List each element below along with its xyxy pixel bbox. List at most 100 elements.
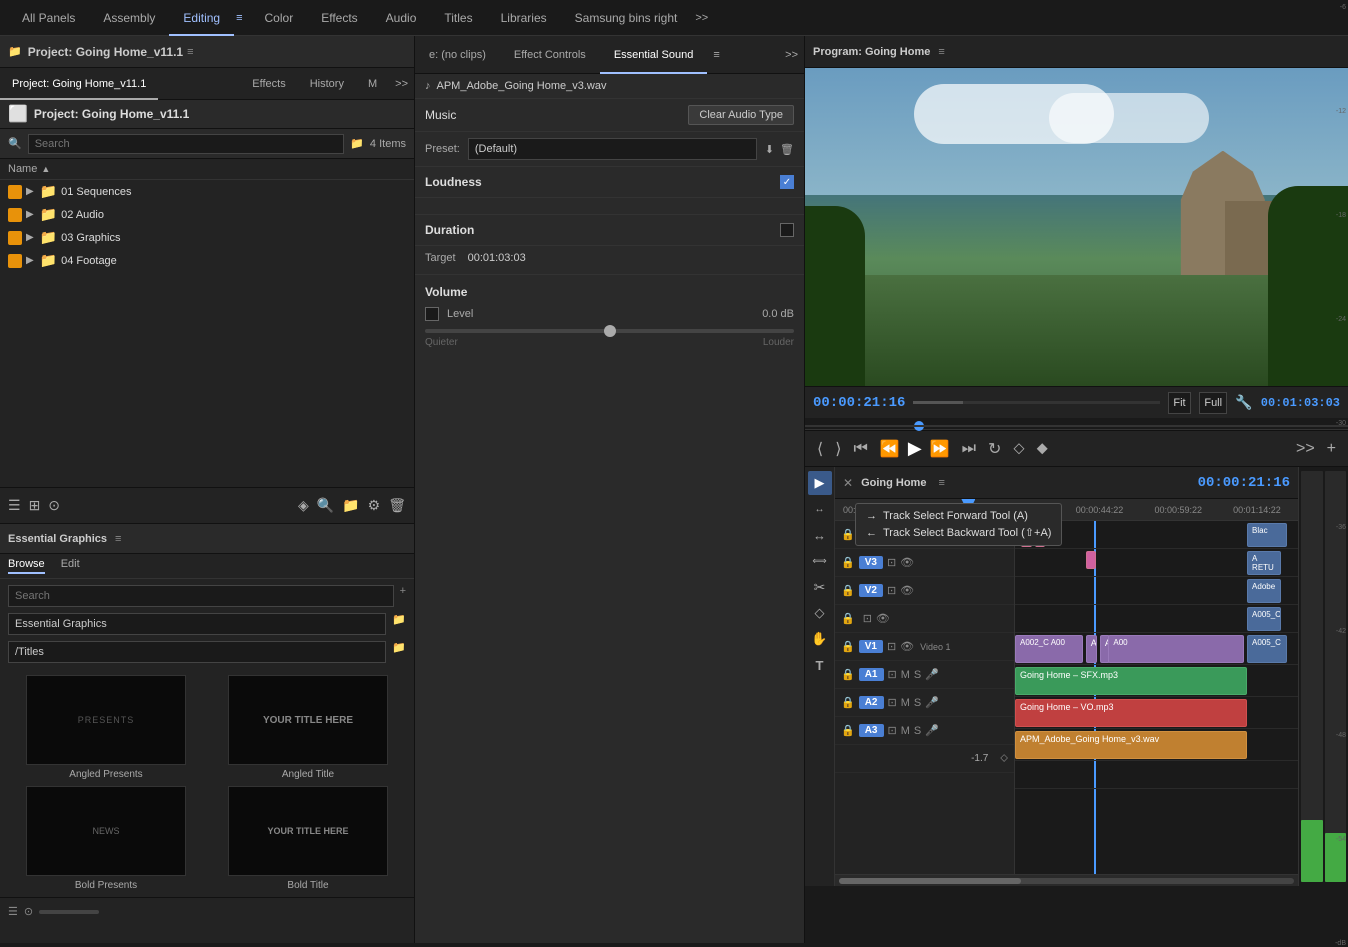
delete-icon[interactable]: 🗑 [388,497,406,514]
eg-zoom-icon[interactable]: ⊙ [24,905,33,918]
timeline-close-icon[interactable]: ✕ [843,476,853,490]
nav-editing[interactable]: Editing [169,0,234,36]
track-eye-icon[interactable]: 👁 [900,584,914,597]
go-to-out-icon[interactable]: ⏭ [958,440,980,458]
settings-wrench-icon[interactable]: 🔧 [1235,394,1252,411]
eg-list-view-icon[interactable]: ☰ [8,905,18,918]
history-tab[interactable]: History [298,68,356,100]
clip-v3-2[interactable]: A RETU [1247,551,1281,575]
level-checkbox[interactable] [425,307,439,321]
track-lock-icon[interactable]: 🔒 [841,724,855,737]
track-eye-icon[interactable]: 👁 [900,556,914,569]
clip-v1-4[interactable]: A00 [1108,635,1244,663]
track-select-btn[interactable]: ↔ [808,497,832,521]
list-item[interactable]: ▶ 📁 03 Graphics [0,226,414,249]
loudness-checkbox[interactable] [780,175,794,189]
scrollbar-thumb[interactable] [839,878,1021,884]
insert-icon[interactable]: ⬦ [1009,440,1028,458]
list-item[interactable]: ▶ 📁 01 Sequences [0,180,414,203]
rolling-edit-btn[interactable]: ⟺ [808,549,832,573]
project-menu-icon[interactable]: ≡ [187,46,193,58]
list-item[interactable]: ▶ 📁 02 Audio [0,203,414,226]
nav-audio[interactable]: Audio [372,0,431,36]
track-lock-icon[interactable]: 🔒 [841,556,855,569]
new-folder-icon[interactable]: 📁 [342,497,359,514]
eg-menu-icon[interactable]: ≡ [115,533,121,545]
browse-folder-icon[interactable]: 📁 [350,137,364,150]
slider-thumb[interactable] [604,325,616,337]
track-settings-icon[interactable]: ⊡ [887,556,896,569]
clip-v1-1[interactable]: A002_C A00 [1015,635,1083,663]
track-settings-icon[interactable]: ⊡ [888,696,897,709]
step-forward-icon[interactable]: ⏩ [926,439,954,459]
panel-tabs-more[interactable]: >> [389,68,414,100]
track-mic-icon[interactable]: 🎤 [925,724,939,737]
track-settings-icon[interactable]: ⊡ [863,612,872,625]
slip-tool-btn[interactable]: ◇ [808,601,832,625]
clip-v4-1[interactable] [1021,523,1032,547]
editing-menu-icon[interactable]: ≡ [236,12,242,24]
eg-template-item[interactable]: PRESENTS Angled Presents [8,675,204,780]
play-button[interactable]: ▶ [908,438,922,459]
eg-template-item[interactable]: YOUR TITLE HERE Bold Title [210,786,406,891]
nav-libraries[interactable]: Libraries [487,0,561,36]
track-lock-icon[interactable]: 🔒 [841,668,855,681]
timeline-timecode[interactable]: 00:00:21:16 [1198,475,1290,491]
project-tab[interactable]: Project: Going Home_v11.1 [0,68,158,100]
preset-select[interactable]: (Default) [468,138,757,160]
clip-v4-3[interactable]: Blac [1247,523,1287,547]
expand-arrow-icon[interactable]: ▶ [26,209,34,220]
list-view-icon[interactable]: ☰ [8,497,21,514]
eg-search-input[interactable] [8,585,394,607]
clip-v3-1[interactable] [1086,551,1096,569]
save-preset-icon[interactable]: ⬇ [765,143,774,156]
selection-tool-btn[interactable]: ▶ [808,471,832,495]
quality-select[interactable]: Full [1199,392,1227,414]
track-settings-icon[interactable]: ⊡ [887,528,896,541]
clip-v1-2[interactable]: A005 [1086,635,1097,663]
playhead-scrub-bar[interactable] [805,418,1348,430]
track-settings-icon[interactable]: ⊡ [888,724,897,737]
essential-sound-menu-icon[interactable]: ≡ [713,49,719,61]
eg-browse-tab[interactable]: Browse [8,558,45,574]
clip-a1[interactable]: Going Home – SFX.mp3 [1015,667,1247,695]
nav-color[interactable]: Color [251,0,308,36]
track-lock-icon[interactable]: 🔒 [841,696,855,709]
project-search-input[interactable] [28,134,345,154]
track-mic-icon[interactable]: 🎤 [925,668,939,681]
type-tool-btn[interactable]: T [808,653,832,677]
essential-sound-tab[interactable]: Essential Sound [600,36,708,74]
eg-edit-tab[interactable]: Edit [61,558,80,574]
list-item[interactable]: ▶ 📁 04 Footage [0,249,414,272]
nav-all-panels[interactable]: All Panels [8,0,89,36]
timeline-menu-icon[interactable]: ≡ [938,477,944,489]
clip-a3[interactable]: APM_Adobe_Going Home_v3.wav [1015,731,1247,759]
clip-v4-2[interactable] [1035,523,1045,547]
ripple-edit-btn[interactable]: ↔ [808,523,832,547]
delete-preset-icon[interactable]: 🗑 [780,143,794,156]
step-back-icon[interactable]: ⏪ [876,439,904,459]
track-lock-icon[interactable]: 🔒 [841,528,855,541]
sort-arrow-icon[interactable]: ▲ [41,164,50,174]
loop-icon[interactable]: ↻ [984,439,1005,459]
mark-in-icon[interactable]: ⟨ [813,439,827,459]
scrollbar-track[interactable] [839,878,1294,884]
more-controls-icon[interactable]: >> [1292,440,1319,458]
mark-out-icon[interactable]: ⟩ [831,439,845,459]
track-mic-icon[interactable]: 🎤 [925,696,939,709]
track-eye-icon[interactable]: 👁 [900,528,914,541]
eg-folder-icon[interactable]: 📁 [392,613,406,635]
hand-tool-btn[interactable]: ✋ [808,627,832,651]
middle-tabs-more[interactable]: >> [779,36,804,74]
eg-source-select[interactable]: Essential Graphics [8,613,386,635]
go-to-in-icon[interactable]: ⏮ [850,440,872,458]
fit-select[interactable]: Fit [1168,392,1191,414]
effect-controls-tab[interactable]: Effect Controls [500,36,600,74]
effects-tab[interactable]: Effects [240,68,297,100]
track-eye-icon[interactable]: 👁 [876,612,890,625]
expand-arrow-icon[interactable]: ▶ [26,232,34,243]
track-settings-icon[interactable]: ⊡ [887,584,896,597]
icon-view-icon[interactable]: ◈ [298,497,309,514]
timeline-scrollbar[interactable] [835,874,1298,886]
nav-effects[interactable]: Effects [307,0,371,36]
